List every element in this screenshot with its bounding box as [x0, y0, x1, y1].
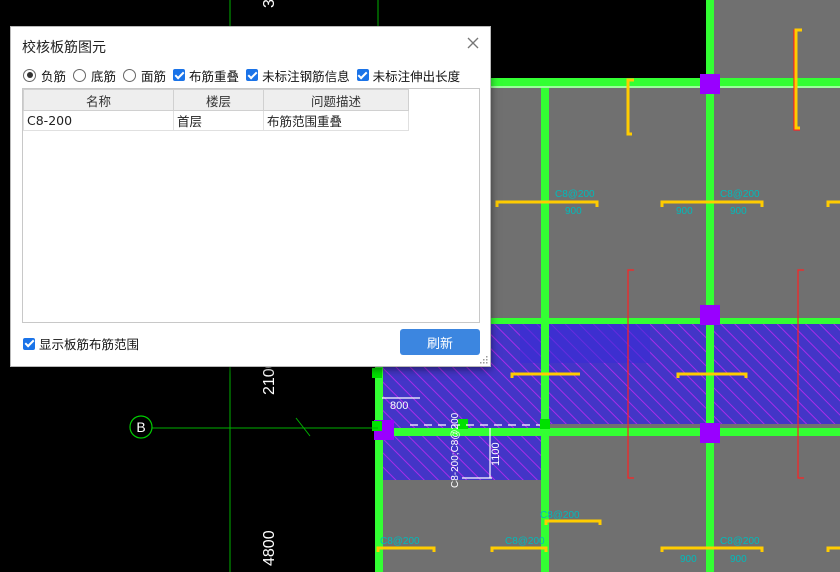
checkbox-label: 布筋重叠 [189, 68, 240, 84]
svg-text:C8@200: C8@200 [540, 510, 580, 521]
table-header-row: 名称 楼层 问题描述 [23, 89, 409, 111]
svg-text:C8-200;C8@200: C8-200;C8@200 [450, 412, 461, 488]
radio-indicator[interactable] [123, 68, 137, 82]
svg-text:900: 900 [680, 554, 697, 565]
column-header-floor[interactable]: 楼层 [173, 89, 264, 111]
refresh-button[interactable]: 刷新 [400, 329, 480, 355]
svg-text:3: 3 [261, 0, 278, 8]
svg-text:800: 800 [390, 400, 408, 412]
checkbox-indicator[interactable] [23, 337, 35, 350]
checkbox-rebar-overlap[interactable]: 布筋重叠 [173, 66, 239, 85]
radio-negative-rebar[interactable]: 负筋 [23, 66, 66, 85]
checkbox-label: 未标注伸出长度 [372, 68, 461, 84]
svg-text:C8@200: C8@200 [380, 536, 420, 547]
column-header-issue[interactable]: 问题描述 [263, 89, 409, 111]
table-row[interactable]: C8-200 首层 布筋范围重叠 [23, 110, 409, 131]
checkbox-unmarked-extension-length[interactable]: 未标注伸出长度 [356, 66, 461, 85]
svg-text:900: 900 [565, 206, 582, 217]
svg-text:900: 900 [676, 206, 693, 217]
check-slab-rebar-dialog: 校核板筋图元 负筋 底筋 面筋 布筋重叠 未标注钢筋信息 未标注伸出长度 名称 … [10, 26, 491, 367]
checkbox-indicator[interactable] [246, 69, 259, 81]
svg-text:C8@200: C8@200 [720, 536, 760, 547]
svg-text:900: 900 [730, 554, 747, 565]
dialog-title: 校核板筋图元 [22, 40, 106, 56]
svg-text:4800: 4800 [261, 530, 278, 566]
svg-text:C8@200: C8@200 [505, 536, 545, 547]
radio-top-rebar[interactable]: 面筋 [123, 66, 166, 85]
svg-text:900: 900 [730, 206, 747, 217]
radio-label: 面筋 [141, 68, 167, 84]
radio-label: 负筋 [41, 68, 67, 84]
radio-indicator[interactable] [73, 68, 87, 82]
radio-label: 底筋 [91, 68, 117, 84]
resize-grip-icon[interactable] [479, 355, 488, 364]
results-table: 名称 楼层 问题描述 C8-200 首层 布筋范围重叠 [22, 88, 480, 323]
rebar-type-options: 负筋 底筋 面筋 布筋重叠 未标注钢筋信息 未标注伸出长度 [23, 66, 467, 84]
checkbox-indicator[interactable] [173, 69, 186, 81]
svg-text:B: B [136, 419, 145, 435]
svg-text:1100: 1100 [490, 442, 502, 466]
checkbox-label: 未标注钢筋信息 [262, 68, 350, 84]
svg-text:C8@200: C8@200 [720, 189, 760, 200]
cell-issue[interactable]: 布筋范围重叠 [263, 110, 409, 131]
radio-indicator[interactable] [23, 68, 36, 82]
checkbox-show-rebar-range[interactable]: 显示板筋布筋范围 [23, 334, 139, 353]
axis-b-marker: B [129, 415, 153, 439]
close-icon[interactable] [465, 35, 481, 51]
svg-text:C8@200: C8@200 [555, 189, 595, 200]
column-header-name[interactable]: 名称 [23, 89, 174, 111]
checkbox-label: 显示板筋布筋范围 [39, 337, 140, 352]
checkbox-unmarked-rebar-info[interactable]: 未标注钢筋信息 [246, 66, 350, 85]
radio-bottom-rebar[interactable]: 底筋 [73, 66, 116, 85]
checkbox-indicator[interactable] [356, 69, 369, 81]
cell-floor[interactable]: 首层 [173, 110, 264, 131]
cell-name[interactable]: C8-200 [23, 110, 174, 131]
